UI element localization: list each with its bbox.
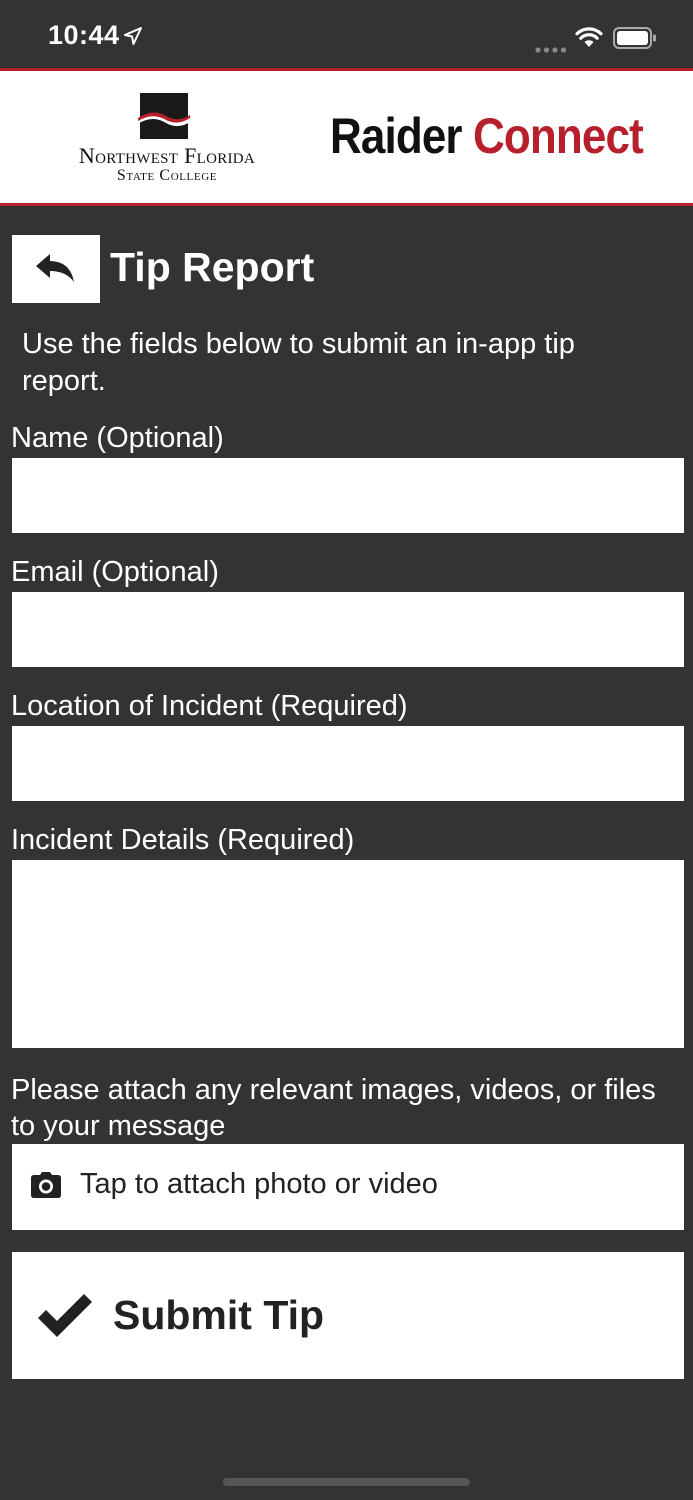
app-header: Northwest Florida State College Raider C… [0,68,693,206]
brand-word-connect: Connect [473,108,644,164]
name-label: Name (Optional) [11,422,224,454]
page-title: Tip Report [110,244,315,290]
location-field[interactable] [12,726,684,801]
back-arrow-icon [36,254,74,282]
location-arrow-icon [124,27,142,50]
app-brand-title: Raider Connect [330,107,644,165]
college-logo-icon [136,93,192,146]
attach-prompt: Please attach any relevant images, video… [11,1074,656,1142]
status-bar: 10:44 [0,0,693,70]
name-field[interactable] [12,458,684,533]
status-time: 10:44 [48,20,120,50]
wifi-icon [575,26,603,53]
submit-tip-button[interactable]: Submit Tip [12,1252,684,1379]
attach-media-button[interactable]: Tap to attach photo or video [12,1144,684,1230]
logo-wordmark-line1: Northwest Florida [78,143,256,168]
checkmark-icon [36,1294,94,1345]
details-label: Incident Details (Required) [11,824,355,856]
brand-word-raider: Raider [330,108,463,164]
camera-icon [31,1172,61,1203]
submit-button-label: Submit Tip [113,1292,325,1338]
battery-icon [613,27,657,54]
logo-wordmark-line2: State College [116,167,218,184]
details-textarea[interactable] [12,860,684,1048]
location-label: Location of Incident (Required) [11,690,408,722]
cellular-signal-icon [535,40,567,58]
attach-button-label: Tap to attach photo or video [80,1168,438,1200]
home-indicator[interactable] [223,1478,470,1486]
email-field[interactable] [12,592,684,667]
email-label: Email (Optional) [11,556,219,588]
back-button[interactable] [12,235,100,303]
intro-text: Use the fields below to submit an in-app… [22,328,575,397]
